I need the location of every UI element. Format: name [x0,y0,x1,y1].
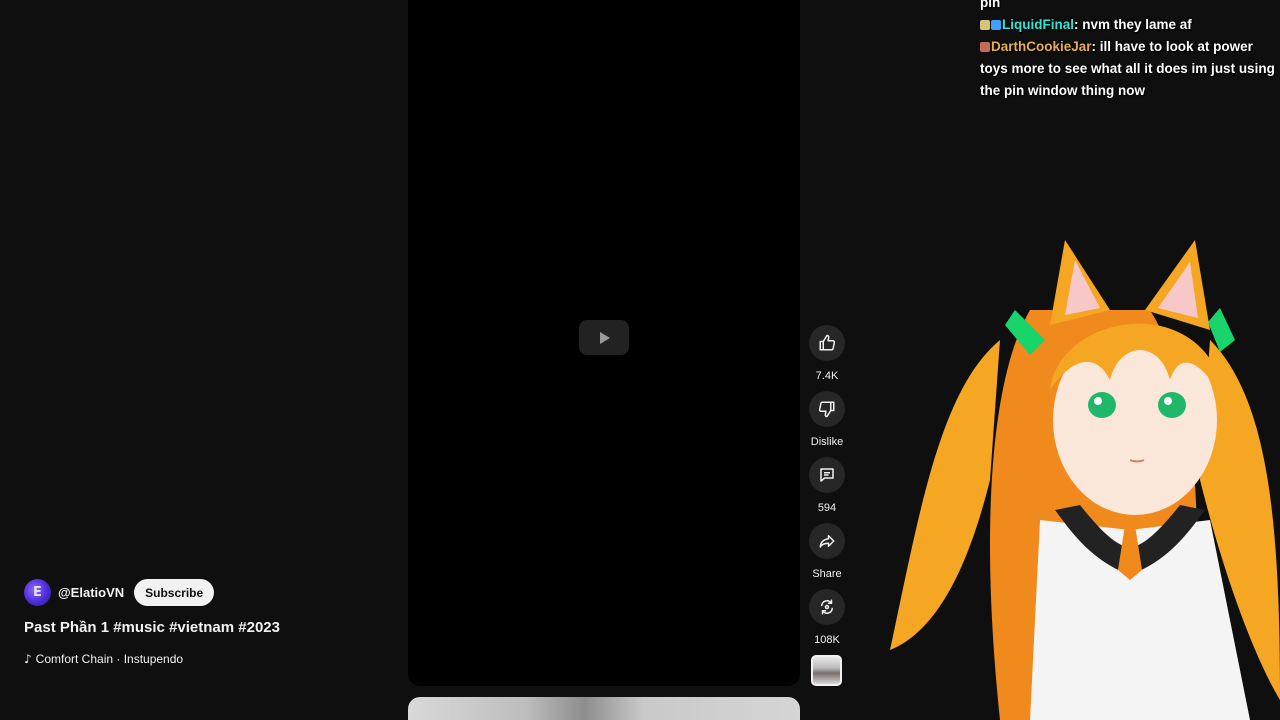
thumbs-up-icon [819,334,836,351]
comments-button[interactable] [809,457,845,493]
like-count: 7.4K [815,370,839,382]
remix-action: 108K [806,589,848,646]
music-label: Comfort Chain · Instupendo [35,652,184,666]
dislike-label: Dislike [810,436,844,448]
comment-icon [820,468,834,482]
chat-username: LiquidFinal [1002,17,1074,32]
chat-message: LiquidFinal: nvm they lame af [980,14,1276,36]
thumbs-down-icon [818,401,835,418]
remix-button[interactable] [809,589,845,625]
chat-badge-icon [980,42,990,53]
dislike-button[interactable] [809,391,845,427]
share-icon [819,535,835,548]
like-action: 7.4K [806,325,848,382]
vtuber-avatar [890,240,1280,720]
subscribe-button[interactable]: Subscribe [134,579,215,606]
avatar-letter: E [33,585,42,600]
channel-name[interactable]: @ElatioVN [58,585,124,600]
chat-badge-icon [980,20,990,31]
shorts-page: E @ElatioVN Subscribe Past Phần 1 #music… [0,0,1280,720]
chat-message: DarthCookieJar: ill have to look at powe… [980,39,1275,98]
channel-row: E @ElatioVN Subscribe [24,579,215,606]
music-note-icon: ♪ [24,652,32,666]
dislike-action: Dislike [806,391,848,448]
share-button[interactable] [809,523,845,559]
remix-count: 108K [814,634,840,646]
chat-text: nvm they lame af [1082,17,1192,32]
next-short-preview[interactable] [408,697,800,720]
play-button[interactable] [579,320,629,355]
play-icon [600,331,610,344]
chat-partial-line: pin [980,0,1001,10]
chat-username: DarthCookieJar [991,39,1092,54]
comment-count: 594 [817,502,837,514]
video-title[interactable]: Past Phần 1 #music #vietnam #2023 [24,619,280,636]
video-player[interactable] [408,0,800,686]
share-action: Share [806,523,848,580]
channel-avatar[interactable]: E [24,579,51,606]
stream-chat-overlay: pin LiquidFinal: nvm they lame af DarthC… [980,0,1276,102]
like-button[interactable] [809,325,845,361]
chat-badge-icon [991,20,1001,31]
remix-icon [821,599,833,615]
comments-action: 594 [806,457,848,514]
sound-thumbnail[interactable] [811,655,842,686]
share-label: Share [812,568,842,580]
music-link[interactable]: ♪ Comfort Chain · Instupendo [24,652,183,666]
